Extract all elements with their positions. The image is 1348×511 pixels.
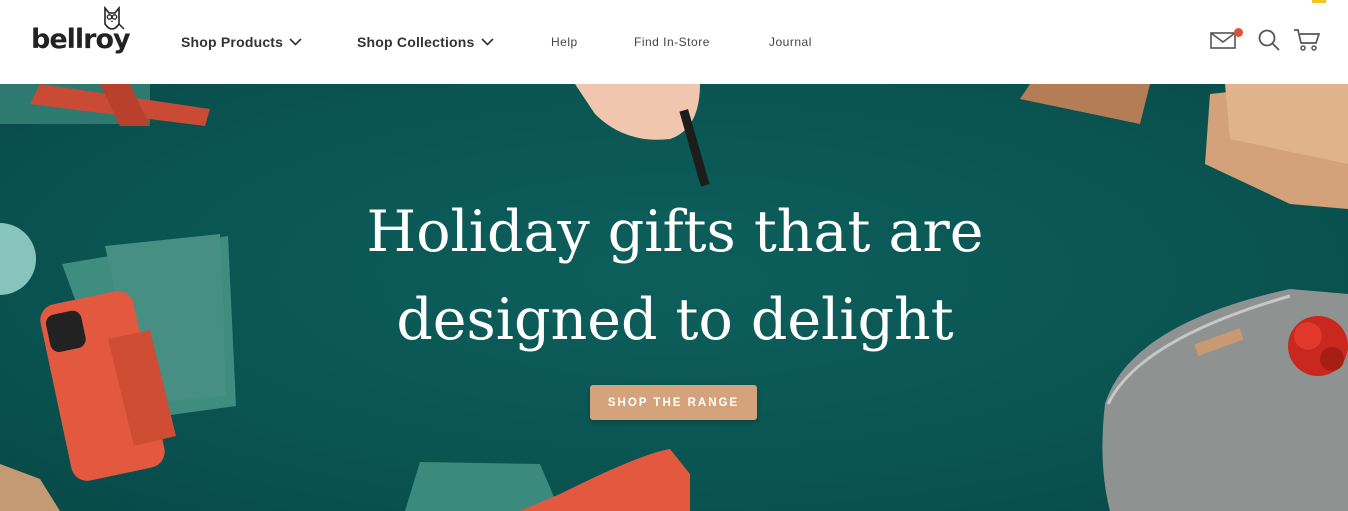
nav-label: Help [551,35,578,49]
nav-label: Journal [769,35,812,49]
nav-help[interactable]: Help [551,32,578,52]
cart-icon [1294,29,1321,51]
accent-tick [1312,0,1326,3]
nav-find-in-store[interactable]: Find In-Store [634,32,710,52]
nav-label: Shop Collections [357,34,475,50]
bellroy-logo[interactable]: bellroy [31,4,131,60]
chevron-down-icon [289,38,302,46]
nav-shop-products[interactable]: Shop Products [181,32,302,52]
shop-the-range-button[interactable]: SHOP THE RANGE [590,385,757,420]
headline-line-2: designed to delight [396,287,954,353]
mail-button[interactable] [1210,28,1243,55]
nav-label: Find In-Store [634,35,710,49]
notification-dot [1234,28,1243,37]
headline-line-1: Holiday gifts that are [366,199,984,265]
cart-button[interactable] [1293,28,1321,57]
logo-wordmark: bellroy [31,24,131,55]
nav-label: Shop Products [181,34,284,50]
chevron-down-icon [480,38,494,46]
site-header: bellroy Shop Products Shop Collections H… [0,0,1348,84]
hero-headline: Holiday gifts that are designed to delig… [330,188,1020,364]
search-icon [1258,29,1280,51]
hero-banner: Holiday gifts that are designed to delig… [0,84,1348,511]
search-button[interactable] [1257,28,1281,57]
nav-shop-collections[interactable]: Shop Collections [357,32,494,52]
nav-journal[interactable]: Journal [769,32,812,52]
